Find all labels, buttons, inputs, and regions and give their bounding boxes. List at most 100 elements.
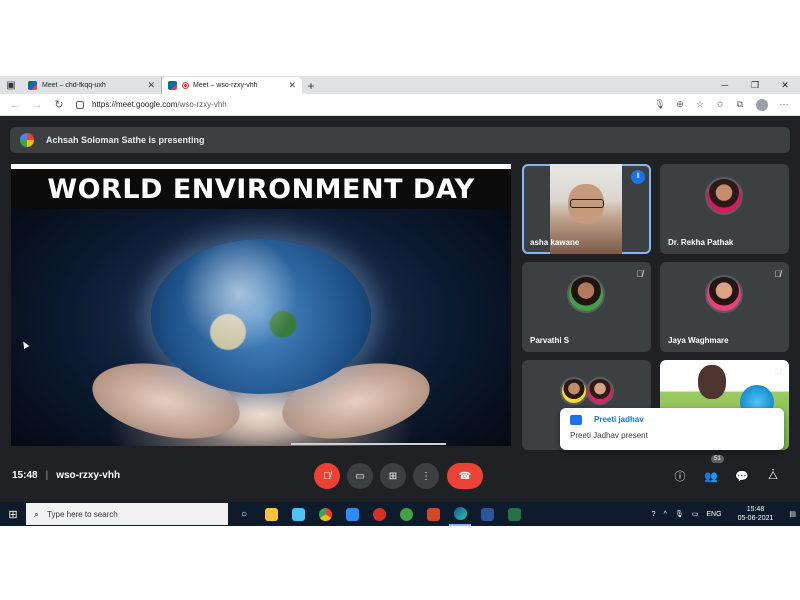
toast-message: Preeti Jadhav present — [570, 431, 648, 440]
presenting-banner: Achsah Soloman Sathe is presenting — [10, 127, 790, 153]
meet-favicon-icon — [28, 81, 37, 90]
address-bar-actions: 🎙 ⊕ ☆ ✩ ⧉ ⋯ — [650, 96, 794, 114]
address-bar: ← → ↻ https://meet.google.com/wso-rzxy-v… — [0, 94, 800, 116]
browser-menu-icon[interactable]: ▣ — [0, 76, 22, 94]
pc-app-icon[interactable] — [287, 502, 309, 526]
microphone-icon[interactable]: 🎙 — [650, 96, 670, 114]
slide-progress-line — [291, 443, 446, 445]
people-icon[interactable]: 👥 — [701, 467, 721, 485]
forward-button[interactable]: → — [28, 96, 46, 114]
recording-icon — [182, 82, 189, 89]
participant-name: asha kawane — [530, 238, 580, 247]
participant-tile-jaya-waghmare[interactable]: 🎙̸ Jaya Waghmare — [660, 262, 789, 352]
toast-sender: Preeti jadhav — [594, 415, 644, 424]
minimize-button[interactable]: ─ — [710, 76, 740, 94]
restore-button[interactable]: ❐ — [740, 76, 770, 94]
participant-tile-rekha-pathak[interactable]: Dr. Rekha Pathak — [660, 164, 789, 254]
tab-meet-chd[interactable]: Meet – chd-fkqq-uxh ✕ — [22, 77, 162, 94]
taskbar-search-input[interactable]: ⌕ Type here to search — [26, 503, 228, 525]
earth-in-hands-image — [11, 209, 511, 446]
back-button[interactable]: ← — [6, 96, 24, 114]
tray-date: 05-06-2021 — [737, 515, 774, 522]
participant-tile-asha-kawane[interactable]: ⦀ asha kawane — [522, 164, 651, 254]
browser-tab-strip: ▣ Meet – chd-fkqq-uxh ✕ Meet – wso-rzxy-… — [0, 76, 800, 94]
word-icon[interactable] — [476, 502, 498, 526]
camera-toggle-button[interactable]: ▭ — [347, 463, 373, 489]
task-view-icon[interactable]: ○ — [233, 502, 255, 526]
tab-title: Meet – chd-fkqq-uxh — [42, 82, 106, 89]
mic-toggle-button[interactable]: 🎙̸ — [314, 463, 340, 489]
close-window-button[interactable]: ✕ — [770, 76, 800, 94]
close-tab-icon[interactable]: ✕ — [147, 80, 155, 91]
mic-off-icon: 🎙̸ — [774, 367, 781, 377]
tab-meet-wso[interactable]: Meet – wso-rzxy-vhh ✕ — [162, 77, 302, 94]
microphone-tray-icon[interactable]: 🎙 — [675, 510, 684, 518]
chat-message-icon — [570, 415, 582, 425]
tray-time: 15:48 — [746, 506, 765, 513]
favorite-star-icon[interactable]: ☆ — [690, 96, 710, 114]
chrome-icon[interactable] — [314, 502, 336, 526]
meeting-code: wso-rzxy-vhh — [56, 470, 121, 481]
tab-title: Meet – wso-rzxy-vhh — [193, 82, 258, 89]
url-path: /wso-rzxy-vhh — [177, 100, 227, 109]
collections-icon[interactable]: ⧉ — [730, 96, 750, 114]
help-icon[interactable]: ? — [652, 511, 656, 518]
language-indicator[interactable]: ENG — [706, 511, 721, 518]
tray-clock[interactable]: 15:48 05-06-2021 — [734, 505, 778, 523]
globe-icon — [151, 239, 371, 394]
meeting-info: 15:48 | wso-rzxy-vhh — [12, 470, 120, 481]
chat-icon[interactable]: 💬 — [732, 467, 752, 485]
participant-name: Jaya Waghmare — [668, 336, 729, 345]
presenting-text: Achsah Soloman Sathe is presenting — [46, 135, 205, 145]
avatar — [560, 377, 588, 405]
screenshot: ▣ Meet – chd-fkqq-uxh ✕ Meet – wso-rzxy-… — [0, 76, 800, 526]
url-host: https://meet.google.com — [92, 100, 178, 109]
leave-call-button[interactable]: ☎ — [447, 463, 483, 489]
new-tab-button[interactable]: + — [302, 77, 320, 94]
more-menu-icon[interactable]: ⋯ — [774, 96, 794, 114]
reload-button[interactable]: ↻ — [50, 96, 68, 114]
participant-name: Parvathi S — [530, 336, 570, 345]
mic-off-icon: 🎙̸ — [636, 269, 643, 279]
lock-icon — [76, 100, 84, 109]
present-now-button[interactable]: ⊞ — [380, 463, 406, 489]
avatar — [567, 275, 605, 313]
participant-name: Dr. Rekha Pathak — [668, 238, 734, 247]
slide-title: WORLD ENVIRONMENT DAY — [47, 173, 475, 205]
divider: | — [45, 470, 49, 481]
zoom-app-icon[interactable] — [341, 502, 363, 526]
url-field[interactable]: https://meet.google.com/wso-rzxy-vhh — [76, 96, 650, 114]
tray-chevron-icon[interactable]: ^ — [664, 511, 667, 518]
profile-avatar[interactable] — [756, 98, 768, 111]
notification-icon[interactable]: ▤ — [789, 510, 796, 518]
activities-icon[interactable]: ⧊ — [763, 467, 783, 485]
excel-icon[interactable] — [503, 502, 525, 526]
avatar — [705, 177, 743, 215]
participant-tile-parvathi-s[interactable]: 🎙̸ Parvathi S — [522, 262, 651, 352]
slide-title-banner: WORLD ENVIRONMENT DAY — [11, 164, 511, 209]
record-app-icon[interactable] — [368, 502, 390, 526]
mic-off-icon: 🎙̸ — [774, 269, 781, 279]
favorites-icon[interactable]: ✩ — [710, 96, 730, 114]
avatar — [705, 275, 743, 313]
chat-notification-toast[interactable]: Preeti jadhav Preeti Jadhav present — [560, 408, 784, 450]
edge-icon[interactable] — [449, 502, 471, 526]
meet-favicon-icon — [168, 81, 177, 90]
zoom-icon[interactable]: ⊕ — [670, 96, 690, 114]
window-controls: ─ ❐ ✕ — [710, 76, 800, 94]
system-tray: ? ^ 🎙 ▭ ENG 15:48 05-06-2021 ▤ — [648, 502, 800, 526]
search-icon: ⌕ — [34, 508, 40, 519]
speaking-indicator-icon: ⦀ — [631, 170, 645, 184]
more-options-button[interactable]: ⋮ — [413, 463, 439, 489]
green-app-icon[interactable] — [395, 502, 417, 526]
file-explorer-icon[interactable] — [260, 502, 282, 526]
search-placeholder: Type here to search — [47, 509, 118, 519]
meeting-details-icon[interactable]: ⓘ — [670, 467, 690, 485]
close-tab-icon[interactable]: ✕ — [288, 80, 296, 91]
powerpoint-icon[interactable] — [422, 502, 444, 526]
avatar — [586, 377, 614, 405]
windows-start-icon[interactable]: ⊞ — [0, 502, 26, 526]
meeting-controls: 15:48 | wso-rzxy-vhh 🎙̸ ▭ ⊞ ⋮ ☎ ⓘ 👥 51 💬… — [0, 455, 800, 492]
presentation-stage[interactable]: WORLD ENVIRONMENT DAY — [11, 164, 511, 446]
network-icon[interactable]: ▭ — [692, 510, 699, 518]
